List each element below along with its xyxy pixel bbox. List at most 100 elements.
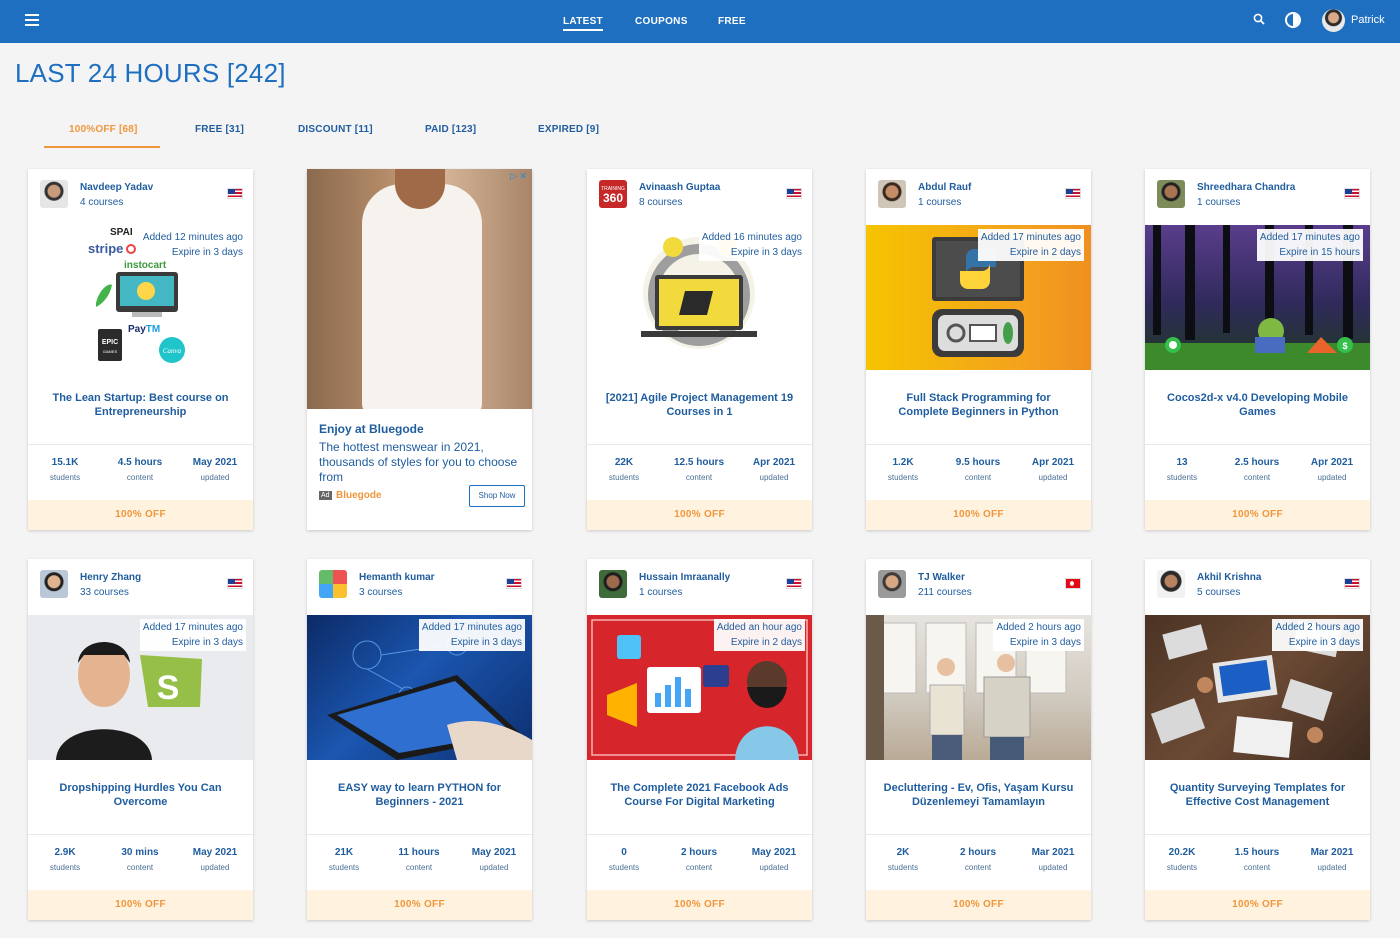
author-course-count: 4 courses bbox=[80, 197, 124, 208]
course-card[interactable]: Shreedhara Chandra 1 courses $ Added 17 … bbox=[1145, 169, 1370, 530]
stat-students: 21K students bbox=[328, 847, 360, 872]
svg-text:PayTM: PayTM bbox=[128, 324, 160, 335]
off-label[interactable]: 100% OFF bbox=[866, 500, 1091, 530]
author-name[interactable]: Avinaash Guptaa bbox=[639, 182, 720, 193]
author-course-count: 33 courses bbox=[80, 587, 129, 598]
tab-100-off[interactable]: 100%OFF [68] bbox=[69, 124, 138, 135]
added-expire-badge: Added 2 hours ago Expire in 3 days bbox=[993, 619, 1084, 651]
off-label[interactable]: 100% OFF bbox=[28, 500, 253, 530]
added-expire-badge: Added 16 minutes ago Expire in 3 days bbox=[698, 229, 805, 261]
author-name[interactable]: Shreedhara Chandra bbox=[1197, 182, 1295, 193]
ad-image[interactable] bbox=[307, 169, 532, 409]
ad-card[interactable]: ▷ ✕ Enjoy at Bluegode The hottest menswe… bbox=[307, 169, 532, 530]
card-header: Abdul Rauf 1 courses bbox=[866, 169, 1091, 215]
tab-paid[interactable]: PAID [123] bbox=[425, 124, 476, 135]
author-name[interactable]: Akhil Krishna bbox=[1197, 572, 1261, 583]
stat-students: 0 students bbox=[608, 847, 640, 872]
ad-brand[interactable]: Bluegode bbox=[336, 490, 382, 501]
stat-updated: Mar 2021 updated bbox=[1031, 847, 1075, 872]
card-header: Navdeep Yadav 4 courses bbox=[28, 169, 253, 215]
stat-updated: May 2021 updated bbox=[192, 457, 238, 482]
stat-students: 2.9K students bbox=[49, 847, 81, 872]
author-name[interactable]: Hussain Imraanally bbox=[639, 572, 730, 583]
language-flag-icon bbox=[1065, 578, 1081, 589]
off-label[interactable]: 100% OFF bbox=[307, 890, 532, 920]
off-label[interactable]: 100% OFF bbox=[866, 890, 1091, 920]
course-card[interactable]: Henry Zhang 33 courses S Added 17 minute… bbox=[28, 559, 253, 920]
card-header: TRAINING 360 Avinaash Guptaa 8 courses bbox=[587, 169, 812, 215]
author-name[interactable]: Abdul Rauf bbox=[918, 182, 971, 193]
course-card[interactable]: TJ Walker 211 courses Added 2 hours ago E… bbox=[866, 559, 1091, 920]
user-name[interactable]: Patrick bbox=[1351, 14, 1385, 26]
author-course-count: 1 courses bbox=[918, 197, 962, 208]
off-label[interactable]: 100% OFF bbox=[1145, 500, 1370, 530]
stat-updated: May 2021 updated bbox=[751, 847, 797, 872]
course-card[interactable]: Hemanth kumar 3 courses Added 17 minutes… bbox=[307, 559, 532, 920]
stat-students: 1.2K students bbox=[887, 457, 919, 482]
tab-discount[interactable]: DISCOUNT [11] bbox=[298, 124, 373, 135]
course-card[interactable]: Abdul Rauf 1 courses Added 17 minutes ag… bbox=[866, 169, 1091, 530]
nav-latest[interactable]: LATEST bbox=[563, 0, 603, 43]
course-card[interactable]: Akhil Krishna 5 courses Added 2 hours ag… bbox=[1145, 559, 1370, 920]
user-avatar[interactable] bbox=[1322, 9, 1345, 32]
course-title[interactable]: Dropshipping Hurdles You Can Overcome bbox=[44, 781, 237, 809]
course-title[interactable]: The Complete 2021 Facebook Ads Course Fo… bbox=[603, 781, 796, 809]
tab-expired[interactable]: EXPIRED [9] bbox=[538, 124, 599, 135]
added-expire-badge: Added 17 minutes ago Expire in 3 days bbox=[139, 619, 246, 651]
theme-toggle-icon[interactable] bbox=[1285, 12, 1301, 28]
ad-title[interactable]: Enjoy at Bluegode bbox=[319, 422, 424, 436]
course-card[interactable]: Navdeep Yadav 4 courses SPAI stripe inst… bbox=[28, 169, 253, 530]
language-flag-icon bbox=[1344, 578, 1360, 589]
author-avatar bbox=[40, 570, 68, 598]
nav-free[interactable]: FREE bbox=[718, 0, 746, 43]
course-title[interactable]: EASY way to learn PYTHON for Beginners -… bbox=[323, 781, 516, 809]
stat-content: 11 hours content bbox=[398, 847, 440, 872]
stat-updated: Apr 2021 updated bbox=[752, 457, 796, 482]
stat-content: 1.5 hours content bbox=[1234, 847, 1280, 872]
language-flag-icon bbox=[1065, 188, 1081, 199]
author-avatar bbox=[878, 180, 906, 208]
stat-updated: May 2021 updated bbox=[192, 847, 238, 872]
course-title[interactable]: The Lean Startup: Best course on Entrepr… bbox=[44, 391, 237, 419]
shop-now-button[interactable]: Shop Now bbox=[469, 485, 525, 507]
course-title[interactable]: Decluttering - Ev, Ofis, Yaşam Kursu Düz… bbox=[882, 781, 1075, 809]
svg-text:EPIC: EPIC bbox=[102, 339, 118, 346]
course-card[interactable]: TRAINING 360 Avinaash Guptaa 8 courses Ad… bbox=[587, 169, 812, 530]
off-label[interactable]: 100% OFF bbox=[587, 890, 812, 920]
off-label[interactable]: 100% OFF bbox=[28, 890, 253, 920]
author-course-count: 3 courses bbox=[359, 587, 403, 598]
stat-content: 30 mins content bbox=[121, 847, 159, 872]
author-name[interactable]: Henry Zhang bbox=[80, 572, 141, 583]
off-label[interactable]: 100% OFF bbox=[587, 500, 812, 530]
tab-free[interactable]: FREE [31] bbox=[195, 124, 244, 135]
course-title[interactable]: Cocos2d-x v4.0 Developing Mobile Games bbox=[1161, 391, 1354, 419]
stat-content: 2.5 hours content bbox=[1234, 457, 1280, 482]
author-name[interactable]: TJ Walker bbox=[918, 572, 965, 583]
off-label[interactable]: 100% OFF bbox=[1145, 890, 1370, 920]
stat-students: 15.1K students bbox=[49, 457, 81, 482]
course-card[interactable]: Hussain Imraanally 1 courses Added an ho… bbox=[587, 559, 812, 920]
stat-students: 22K students bbox=[608, 457, 640, 482]
course-title[interactable]: Full Stack Programming for Complete Begi… bbox=[882, 391, 1075, 419]
logo-text: instocart bbox=[124, 260, 167, 271]
language-flag-icon bbox=[506, 578, 522, 589]
logo-text: Canva bbox=[163, 347, 182, 355]
card-header: Shreedhara Chandra 1 courses bbox=[1145, 169, 1370, 215]
search-icon[interactable] bbox=[1253, 13, 1265, 25]
card-header: Henry Zhang 33 courses bbox=[28, 559, 253, 605]
hamburger-menu-icon[interactable] bbox=[25, 14, 39, 26]
added-expire-badge: Added 17 minutes ago Expire in 15 hours bbox=[1256, 229, 1363, 261]
svg-text:360: 360 bbox=[603, 191, 623, 205]
ad-choices-icon[interactable]: ▷ ✕ bbox=[510, 171, 527, 182]
nav-coupons[interactable]: COUPONS bbox=[635, 0, 688, 43]
language-flag-icon bbox=[227, 578, 243, 589]
card-header: Hemanth kumar 3 courses bbox=[307, 559, 532, 605]
author-avatar bbox=[599, 570, 627, 598]
author-name[interactable]: Hemanth kumar bbox=[359, 572, 435, 583]
author-course-count: 8 courses bbox=[639, 197, 683, 208]
svg-text:S: S bbox=[157, 669, 180, 707]
author-name[interactable]: Navdeep Yadav bbox=[80, 182, 153, 193]
course-title[interactable]: Quantity Surveying Templates for Effecti… bbox=[1161, 781, 1354, 809]
course-title[interactable]: [2021] Agile Project Management 19 Cours… bbox=[603, 391, 796, 419]
stat-students: 2K students bbox=[887, 847, 919, 872]
